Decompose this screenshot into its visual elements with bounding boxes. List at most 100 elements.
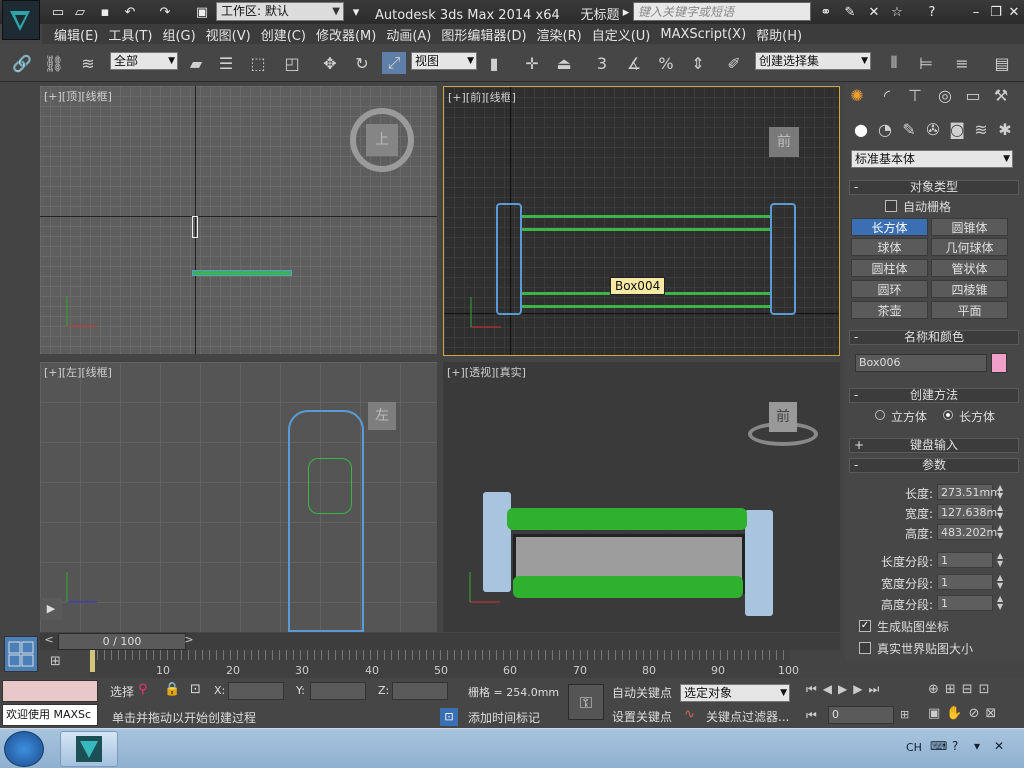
key-filters-button[interactable]: 关键点过滤器... (706, 708, 789, 725)
add-time-tag[interactable]: 添加时间标记 (468, 709, 540, 726)
current-frame-input[interactable]: 0 (828, 706, 894, 724)
viewcube-top[interactable]: 上 (366, 124, 398, 156)
select-manipulate-icon[interactable]: ✛ (520, 52, 544, 74)
curve-editor-icon[interactable]: ⊞ (50, 654, 74, 674)
viewport-left-label[interactable]: [+][左][线框] (44, 364, 112, 380)
new-file-icon[interactable]: ▭ (48, 3, 68, 21)
search-input[interactable]: 键入关键字或短语 (633, 2, 811, 21)
length-segs-input[interactable]: 1 (937, 552, 993, 568)
link-icon[interactable]: 🔗 (10, 52, 34, 74)
utilities-tab-icon[interactable]: ⚒ (989, 84, 1013, 106)
menu-maxscript[interactable]: MAXScript(X) (660, 27, 746, 42)
viewcube-front[interactable]: 前 (769, 127, 799, 157)
display-tab-icon[interactable]: ▭ (961, 84, 985, 106)
workspace-dropdown[interactable]: 工作区: 默认 ▼ (216, 2, 344, 21)
autogrid-checkbox[interactable] (885, 200, 897, 212)
start-button[interactable] (4, 731, 44, 767)
cone-button[interactable]: 圆锥体 (931, 218, 1008, 236)
width-input[interactable]: 127.638m (937, 504, 997, 520)
unlink-icon[interactable]: ⛓ (42, 52, 66, 74)
close-icon[interactable]: ✕ (1004, 3, 1024, 21)
sphere-button[interactable]: 球体 (851, 238, 928, 256)
play-icon[interactable]: ▶ (40, 598, 62, 620)
next-frame-icon[interactable]: > (182, 633, 196, 650)
cube-radio[interactable] (875, 410, 885, 420)
keyboard-shortcut-icon[interactable]: ⏏ (552, 52, 576, 74)
reference-coord-dropdown[interactable]: 视图 ▼ (411, 52, 477, 70)
viewport-front[interactable]: [+][前][线框] 前 Box004 (443, 86, 840, 356)
help-icon[interactable]: ? (952, 739, 958, 753)
menu-animation[interactable]: 动画(A) (386, 25, 431, 44)
playback-controls[interactable]: ⏮◀▶▶⏭ (806, 682, 885, 697)
lights-icon[interactable]: ✎ (897, 118, 921, 140)
project-folder-icon[interactable]: ▣ (192, 3, 212, 21)
pivot-center-icon[interactable]: ▮ (482, 52, 506, 74)
width-segs-spinner[interactable]: ▲ ▼ (997, 574, 1003, 590)
y-coord-input[interactable] (310, 682, 366, 700)
angle-snap-icon[interactable]: ∡ (622, 52, 646, 74)
viewport-top[interactable]: [+][顶][线框] 上 (40, 86, 437, 354)
menu-views[interactable]: 视图(V) (206, 25, 251, 44)
length-input[interactable]: 273.51mm (937, 484, 1001, 500)
app-logo-button[interactable] (2, 0, 40, 40)
rotate-icon[interactable]: ↻ (350, 52, 374, 74)
3dsmax-taskbar-button[interactable] (60, 731, 118, 767)
systems-icon[interactable]: ✱ (993, 118, 1017, 140)
absolute-mode-icon[interactable]: ⊡ (190, 682, 201, 697)
real-world-checkbox[interactable] (859, 642, 871, 654)
snaps-toggle-icon[interactable]: 3 (590, 52, 614, 74)
maxscript-listener-mini[interactable] (2, 680, 98, 702)
input-language[interactable]: CH (906, 741, 922, 754)
viewcube-left[interactable]: 左 (368, 402, 396, 430)
quick-access-menu-icon[interactable]: ▾ (346, 3, 366, 21)
object-color-swatch[interactable] (991, 353, 1007, 373)
width-spinner[interactable]: ▲ ▼ (997, 504, 1003, 520)
hierarchy-tab-icon[interactable]: ⊤ (903, 84, 927, 106)
select-object-icon[interactable]: ▰ (184, 52, 208, 74)
viewport-perspective[interactable]: [+][透视][真实] 前 (443, 362, 840, 632)
length-segs-spinner[interactable]: ▲ ▼ (997, 552, 1003, 568)
viewcube-perspective[interactable]: 前 (769, 402, 797, 432)
named-selection-dropdown[interactable]: 创建选择集 ▼ (755, 52, 871, 70)
menu-customize[interactable]: 自定义(U) (592, 25, 651, 44)
subscription-icon[interactable]: ✎ (840, 3, 860, 21)
menu-group[interactable]: 组(G) (162, 25, 195, 44)
box-button[interactable]: 长方体 (851, 218, 928, 236)
time-config-icon[interactable]: ⊞ (900, 708, 909, 721)
menu-create[interactable]: 创建(C) (261, 25, 306, 44)
time-tag-icon[interactable]: ⊡ (440, 708, 458, 726)
name-color-rollout[interactable]: - 名称和颜色 (849, 330, 1019, 345)
object-type-rollout[interactable]: - 对象类型 (849, 180, 1019, 195)
menu-graph-editors[interactable]: 图形编辑器(D) (441, 25, 526, 44)
redo-icon[interactable]: ↷ (155, 3, 175, 21)
auto-key-button[interactable]: 自动关键点 (612, 684, 672, 701)
open-file-icon[interactable]: ▱ (70, 3, 90, 21)
time-slider[interactable]: < 0 / 100 > (40, 633, 840, 650)
teapot-button[interactable]: 茶壶 (851, 301, 928, 319)
undo-icon[interactable]: ↶ (120, 3, 140, 21)
rect-selection-icon[interactable]: ⬚ (246, 52, 270, 74)
restore-icon[interactable]: ❐ (986, 3, 1006, 21)
menu-rendering[interactable]: 渲染(R) (537, 25, 582, 44)
pyramid-button[interactable]: 四棱锥 (931, 280, 1008, 298)
close-tray-icon[interactable]: ✕ (994, 739, 1004, 753)
shapes-icon[interactable]: ◔ (873, 118, 897, 140)
viewport-layout-button[interactable] (4, 636, 38, 672)
track-bar[interactable]: 10 20 30 40 50 60 70 80 90 100 (90, 650, 799, 678)
keyboard-icon[interactable]: ⌨ (930, 739, 947, 753)
layer-manager-icon[interactable]: ≡ (950, 52, 974, 74)
align-icon[interactable]: ⊨ (914, 52, 938, 74)
height-segs-spinner[interactable]: ▲ ▼ (997, 595, 1003, 611)
window-crossing-icon[interactable]: ◰ (280, 52, 304, 74)
modify-tab-icon[interactable]: ◜ (875, 84, 899, 106)
geosphere-button[interactable]: 几何球体 (931, 238, 1008, 256)
move-icon[interactable]: ✥ (318, 52, 342, 74)
viewport-front-label[interactable]: [+][前][线框] (448, 89, 516, 105)
viewport-nav-row1[interactable]: ⊕⊞⊟⊡ (928, 682, 996, 697)
helpers-icon[interactable]: ◙ (945, 118, 969, 140)
geometry-icon[interactable]: ● (849, 118, 873, 140)
motion-tab-icon[interactable]: ◎ (933, 84, 957, 106)
select-by-name-icon[interactable]: ☰ (214, 52, 238, 74)
menu-modifiers[interactable]: 修改器(M) (316, 25, 376, 44)
percent-snap-icon[interactable]: % (654, 52, 678, 74)
